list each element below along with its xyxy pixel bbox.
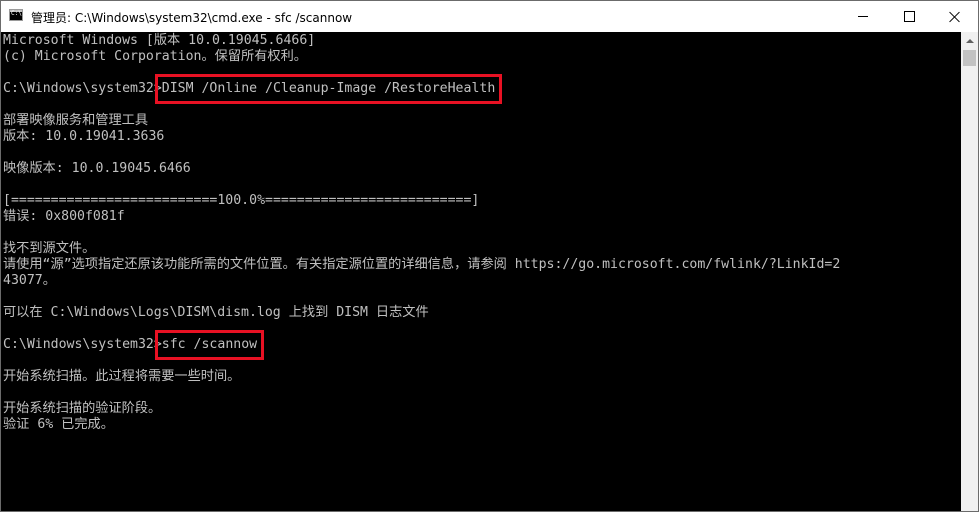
console-line: 映像版本: 10.0.19045.6466 [3, 161, 191, 176]
cmd-window: C:\ 管理员: C:\Windows\system32\cmd.exe - s… [0, 0, 979, 512]
console-line: 开始系统扫描。此过程将需要一些时间。 [3, 369, 241, 384]
console-output[interactable]: Microsoft Windows [版本 10.0.19045.6466] (… [1, 32, 961, 511]
minimize-icon [858, 16, 868, 17]
prompt-line-dism: C:\Windows\system32> DISM /Online /Cleanu… [3, 74, 503, 104]
prompt-line-sfc: C:\Windows\system32> sfc /scannow [3, 330, 265, 360]
error-line: 错误: 0x800f081f [3, 209, 125, 224]
dism-command-highlight: DISM /Online /Cleanup-Image /RestoreHeal… [154, 74, 503, 104]
scroll-thumb[interactable] [963, 50, 976, 66]
console-line: 可以在 C:\Windows\Logs\DISM\dism.log 上找到 DI… [3, 305, 429, 320]
console-line: Microsoft Windows [版本 10.0.19045.6466] [3, 33, 316, 48]
console-line: 版本: 10.0.19041.3636 [3, 129, 165, 144]
vertical-scrollbar[interactable] [961, 32, 978, 511]
console-line: 部署映像服务和管理工具 [3, 113, 149, 128]
progress-line: [==========================100.0%=======… [3, 193, 480, 208]
console-line: 请使用“源”选项指定还原该功能所需的文件位置。有关指定源位置的详细信息，请参阅 … [3, 257, 841, 272]
minimize-button[interactable] [840, 1, 886, 32]
cmd-icon[interactable]: C:\ [9, 9, 23, 21]
console-line: 43077。 [3, 273, 56, 288]
prompt-path: C:\Windows\system32> [3, 337, 162, 352]
close-button[interactable] [932, 1, 978, 32]
console-line: 开始系统扫描的验证阶段。 [3, 401, 162, 416]
scroll-up-icon[interactable] [961, 32, 978, 49]
console-line: 验证 6% 已完成。 [3, 417, 114, 432]
console-line: (c) Microsoft Corporation。保留所有权利。 [3, 49, 307, 64]
close-icon [949, 11, 961, 23]
cmd-icon-label: C:\ [11, 10, 22, 17]
sfc-command-highlight: sfc /scannow [154, 330, 265, 360]
title-bar[interactable]: C:\ 管理员: C:\Windows\system32\cmd.exe - s… [1, 1, 978, 32]
prompt-path: C:\Windows\system32> [3, 81, 162, 96]
console-line: 找不到源文件。 [3, 241, 96, 256]
maximize-button[interactable] [886, 1, 932, 32]
window-title: 管理员: C:\Windows\system32\cmd.exe - sfc /… [31, 11, 353, 25]
maximize-icon [903, 11, 915, 22]
